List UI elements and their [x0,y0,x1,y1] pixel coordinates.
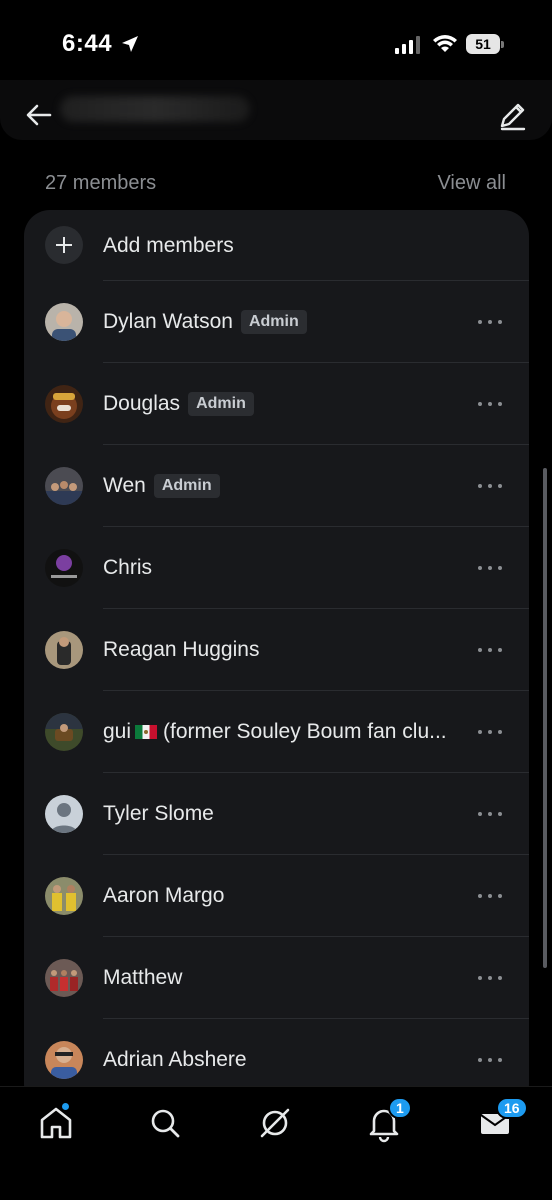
member-name: Aaron Margo [103,884,224,908]
member-row[interactable]: Chris [24,527,529,609]
more-options-icon[interactable] [476,560,504,576]
view-all-link[interactable]: View all [437,172,506,195]
avatar [45,959,83,997]
more-options-icon[interactable] [476,806,504,822]
admin-badge: Admin [188,392,254,416]
member-name-text: Matthew [103,966,183,989]
member-name-text: Tyler Slome [103,802,214,825]
member-name-text: Douglas [103,392,181,415]
avatar [45,631,83,669]
avatar [45,467,83,505]
member-name-text: Chris [103,556,153,579]
member-name: Reagan Huggins [103,638,259,662]
admin-badge: Admin [240,310,307,334]
more-options-icon[interactable] [476,314,504,330]
more-options-icon[interactable] [476,396,504,412]
member-name: Adrian Abshere [103,1048,247,1072]
battery-level: 51 [475,36,491,52]
messages-badge: 16 [496,1097,528,1119]
notifications-badge: 1 [388,1097,412,1119]
signal-icon [395,36,420,54]
avatar [45,303,83,341]
plus-icon [45,226,83,264]
member-name-text: Reagan Huggins [103,638,260,661]
member-row[interactable]: Reagan Huggins [24,609,529,691]
member-name: Matthew [103,966,182,990]
scrollbar[interactable] [543,468,547,968]
home-unread-dot [62,1103,69,1110]
wifi-icon [433,35,457,52]
avatar [45,385,83,423]
edit-pencil-icon[interactable] [496,98,530,132]
member-row[interactable]: Aaron Margo [24,855,529,937]
more-options-icon[interactable] [476,1052,504,1068]
screen: 6:44 51 27 members View all Add members … [0,0,552,1200]
avatar [45,877,83,915]
top-header [0,80,552,140]
home-icon[interactable] [36,1103,76,1143]
member-name-text: Aaron Margo [103,884,225,907]
status-bar: 6:44 51 [0,0,552,90]
member-name-text: Adrian Abshere [103,1048,247,1071]
more-options-icon[interactable] [476,970,504,986]
members-card: Add members Dylan Watson Admin Douglas A… [24,210,529,1110]
member-name-suffix: (former Souley Boum fan clu... [163,720,447,743]
member-row[interactable]: Tyler Slome [24,773,529,855]
more-options-icon[interactable] [476,888,504,904]
member-row[interactable]: Wen Admin [24,445,529,527]
member-name-prefix: gui [103,720,132,743]
member-name: Dylan Watson Admin [103,310,307,334]
avatar [45,549,83,587]
member-count: 27 members [45,172,157,194]
location-arrow-icon [122,36,138,52]
member-row[interactable]: Dylan Watson Admin [24,281,529,363]
status-time: 6:44 [62,30,113,57]
add-members-label: Add members [103,234,234,257]
back-arrow-icon[interactable] [22,98,56,132]
member-name: Douglas Admin [103,392,254,416]
blurred-group-title [60,96,250,122]
member-name-text: Dylan Watson [103,310,233,333]
member-name: Chris [103,556,152,580]
avatar [45,1041,83,1079]
member-row[interactable]: Matthew [24,937,529,1019]
avatar [45,713,83,751]
battery-nub [501,41,504,48]
admin-badge: Admin [153,474,220,498]
default-avatar-icon [45,795,83,833]
member-name: gui (former Souley Boum fan clu... [103,720,447,744]
grok-icon[interactable] [255,1103,295,1143]
add-members-row[interactable]: Add members [24,210,529,281]
more-options-icon[interactable] [476,478,504,494]
more-options-icon[interactable] [476,724,504,740]
search-icon[interactable] [145,1103,185,1143]
member-row[interactable]: Douglas Admin [24,363,529,445]
more-options-icon[interactable] [476,642,504,658]
mexico-flag-icon [135,725,158,739]
member-name: Wen Admin [103,474,220,498]
members-summary: 27 members View all [0,172,552,202]
member-name-text: Wen [103,474,146,497]
member-name: Tyler Slome [103,802,214,826]
battery-indicator: 51 [466,34,504,54]
member-row[interactable]: gui (former Souley Boum fan clu... [24,691,529,773]
bottom-navigation: 1 16 [0,1086,552,1200]
